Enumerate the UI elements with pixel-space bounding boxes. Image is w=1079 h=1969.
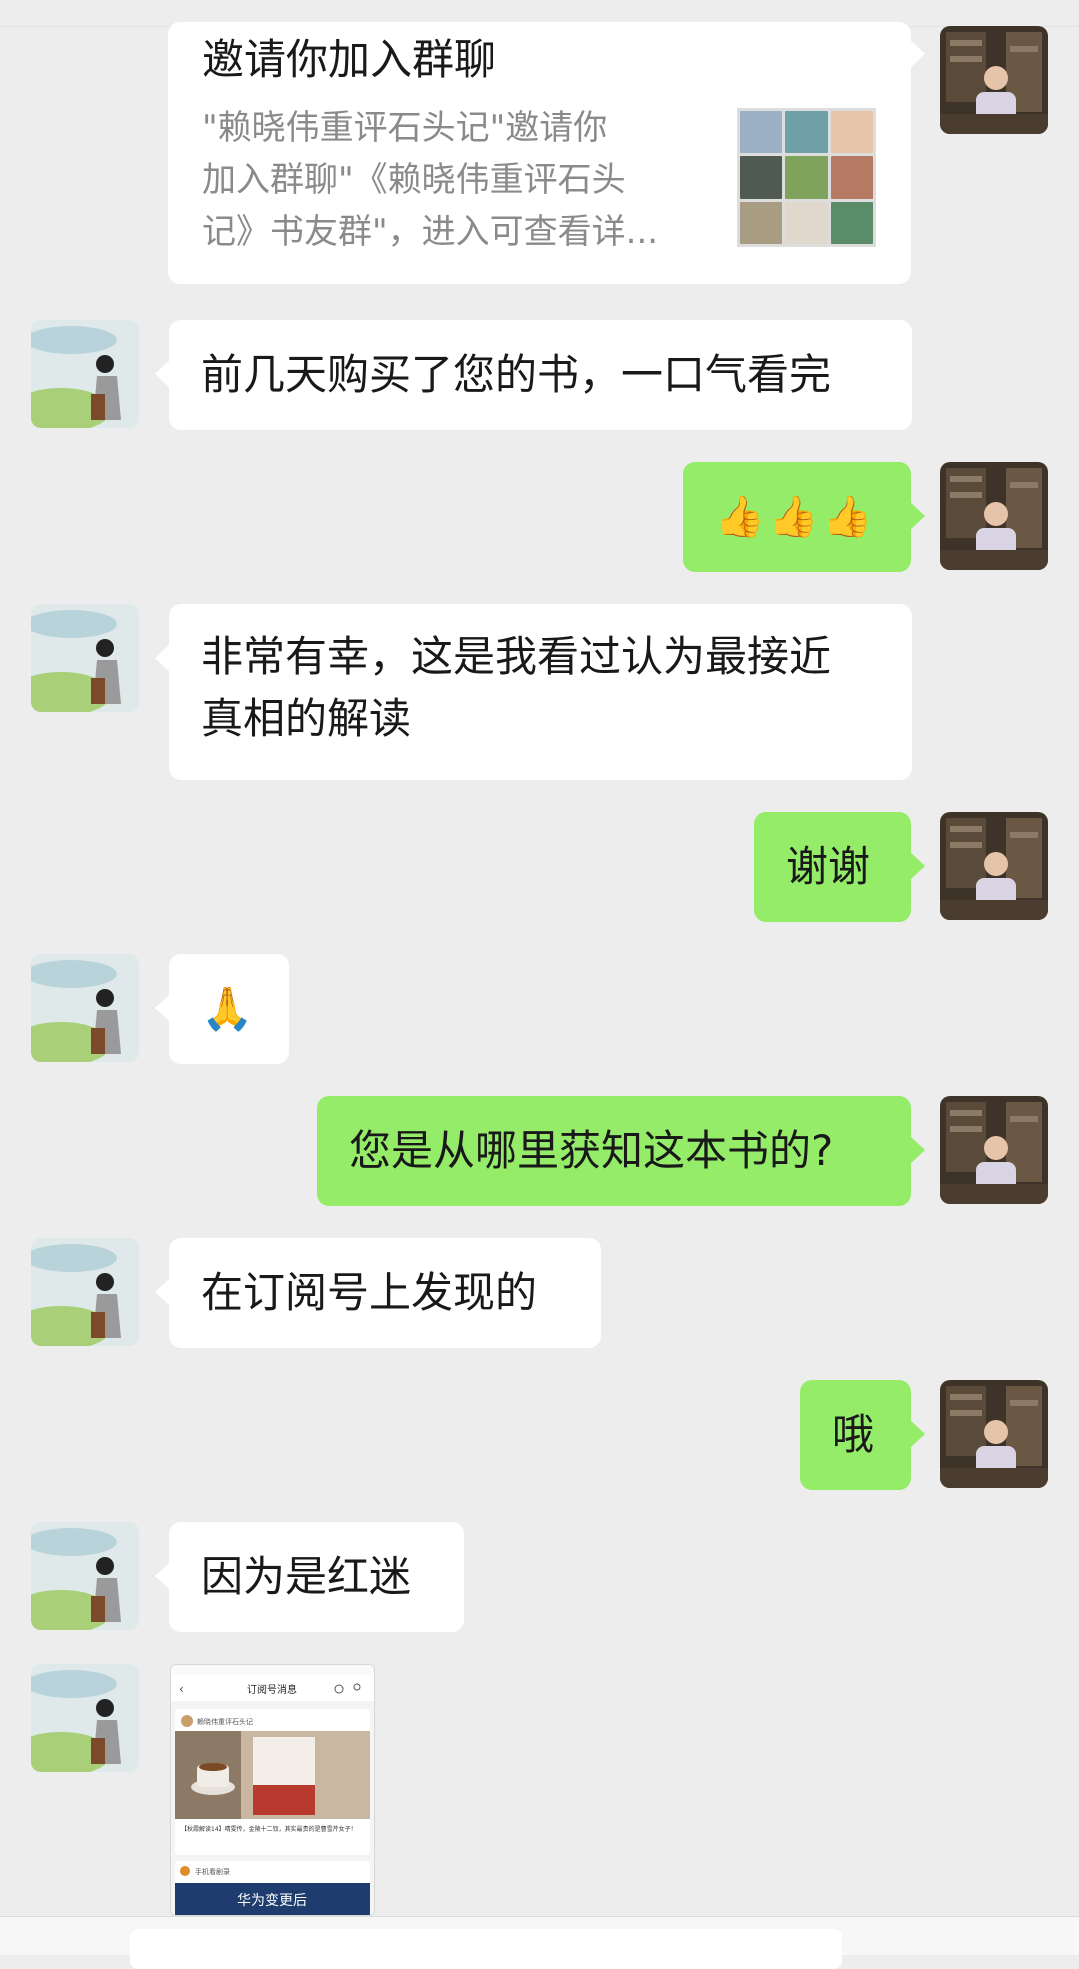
screenshot-second-account: 手机看剧录 — [195, 1867, 230, 1876]
contact-avatar[interactable] — [31, 604, 139, 712]
contact-avatar-image — [31, 1238, 139, 1346]
contact-avatar-image — [31, 1522, 139, 1630]
message-text: 哦 — [832, 1410, 875, 1459]
invite-desc-line: "赖晓伟重评石头记"邀请你 — [202, 108, 608, 148]
message-text: 因为是红迷 — [201, 1552, 412, 1601]
message-bubble[interactable]: 您是从哪里获知这本书的? — [317, 1096, 925, 1206]
group-invite-card[interactable]: 邀请你加入群聊 "赖晓伟重评石头记"邀请你 加入群聊"《赖晓伟重评石头 记》书友… — [168, 22, 925, 284]
message-bubble[interactable]: 👍👍👍 — [683, 462, 925, 572]
screenshot-account-name: 赖晓伟重评石头记 — [197, 1717, 253, 1726]
message-row: 🙏 — [0, 954, 1079, 1064]
contact-avatar[interactable] — [31, 954, 139, 1062]
screenshot-header-text: 订阅号消息 — [247, 1683, 297, 1696]
message-row: 哦 — [0, 1380, 1079, 1490]
my-avatar[interactable] — [940, 462, 1048, 570]
invite-desc-line: 记》书友群"，进入可查看详... — [202, 212, 659, 252]
message-row: 非常有幸，这是我看过认为最接近 真相的解读 — [0, 604, 1079, 780]
contact-avatar-image — [31, 954, 139, 1062]
screenshot-banner-text: 华为变更后 — [237, 1893, 307, 1909]
message-bubble[interactable]: 🙏 — [155, 954, 289, 1064]
message-row: 在订阅号上发现的 — [0, 1238, 1079, 1348]
my-avatar-image — [940, 1380, 1048, 1488]
contact-avatar[interactable] — [31, 1522, 139, 1630]
message-row: 您是从哪里获知这本书的? — [0, 1096, 1079, 1206]
my-avatar[interactable] — [940, 1380, 1048, 1488]
group-avatar-grid — [737, 108, 876, 247]
message-text: 您是从哪里获知这本书的? — [349, 1126, 834, 1175]
screenshot-image-message[interactable]: ‹ 订阅号消息 赖晓伟重评石头记 【秋霞解读14】晴雯传，金陵十二钗，其实最贵的… — [170, 1664, 375, 1916]
message-row: 因为是红迷 — [0, 1522, 1079, 1632]
message-text: 谢谢 — [786, 842, 871, 891]
contact-avatar-image — [31, 604, 139, 712]
contact-avatar[interactable] — [31, 320, 139, 428]
message-text: 非常有幸，这是我看过认为最接近 — [201, 632, 832, 681]
message-text: 前几天购买了您的书，一口气看完 — [201, 350, 832, 399]
svg-text:‹: ‹ — [179, 1682, 184, 1696]
message-row-invite: 邀请你加入群聊 "赖晓伟重评石头记"邀请你 加入群聊"《赖晓伟重评石头 记》书友… — [0, 0, 1079, 300]
message-row: 👍👍👍 — [0, 462, 1079, 572]
my-avatar-image — [940, 462, 1048, 570]
my-avatar-image — [940, 26, 1048, 134]
message-bubble[interactable]: 因为是红迷 — [155, 1522, 464, 1632]
message-bubble[interactable]: 谢谢 — [754, 812, 925, 922]
message-row: 前几天购买了您的书，一口气看完 — [0, 320, 1079, 430]
message-row-image: ‹ 订阅号消息 赖晓伟重评石头记 【秋霞解读14】晴雯传，金陵十二钗，其实最贵的… — [0, 1664, 1079, 1916]
contact-avatar-image — [31, 320, 139, 428]
my-avatar[interactable] — [940, 1096, 1048, 1204]
subscription-screenshot: ‹ 订阅号消息 赖晓伟重评石头记 【秋霞解读14】晴雯传，金陵十二钗，其实最贵的… — [171, 1665, 374, 1915]
my-avatar[interactable] — [940, 26, 1048, 134]
contact-avatar-image — [31, 1664, 139, 1772]
contact-avatar[interactable] — [31, 1238, 139, 1346]
message-row: 谢谢 — [0, 812, 1079, 922]
message-input[interactable] — [130, 1929, 842, 1969]
invite-card-title: 邀请你加入群聊 — [202, 35, 497, 84]
message-bubble[interactable]: 哦 — [800, 1380, 925, 1490]
pray-emoji: 🙏 — [201, 984, 254, 1033]
invite-desc-line: 加入群聊"《赖晓伟重评石头 — [202, 160, 626, 200]
my-avatar[interactable] — [940, 812, 1048, 920]
my-avatar-image — [940, 812, 1048, 920]
message-text: 真相的解读 — [201, 694, 412, 743]
chat-input-bar — [0, 1916, 1079, 1969]
thumbs-up-emoji: 👍👍👍 — [715, 494, 877, 540]
message-bubble[interactable]: 在订阅号上发现的 — [155, 1238, 601, 1348]
contact-avatar[interactable] — [31, 1664, 139, 1772]
screenshot-caption: 【秋霞解读14】晴雯传，金陵十二钗，其实最贵的是曹雪芹女子！ — [181, 1825, 357, 1833]
message-bubble[interactable]: 非常有幸，这是我看过认为最接近 真相的解读 — [155, 604, 912, 780]
message-text: 在订阅号上发现的 — [201, 1268, 538, 1317]
invite-card-description: "赖晓伟重评石头记"邀请你 加入群聊"《赖晓伟重评石头 记》书友群"，进入可查看… — [202, 102, 692, 258]
my-avatar-image — [940, 1096, 1048, 1204]
message-bubble[interactable]: 前几天购买了您的书，一口气看完 — [155, 320, 912, 430]
